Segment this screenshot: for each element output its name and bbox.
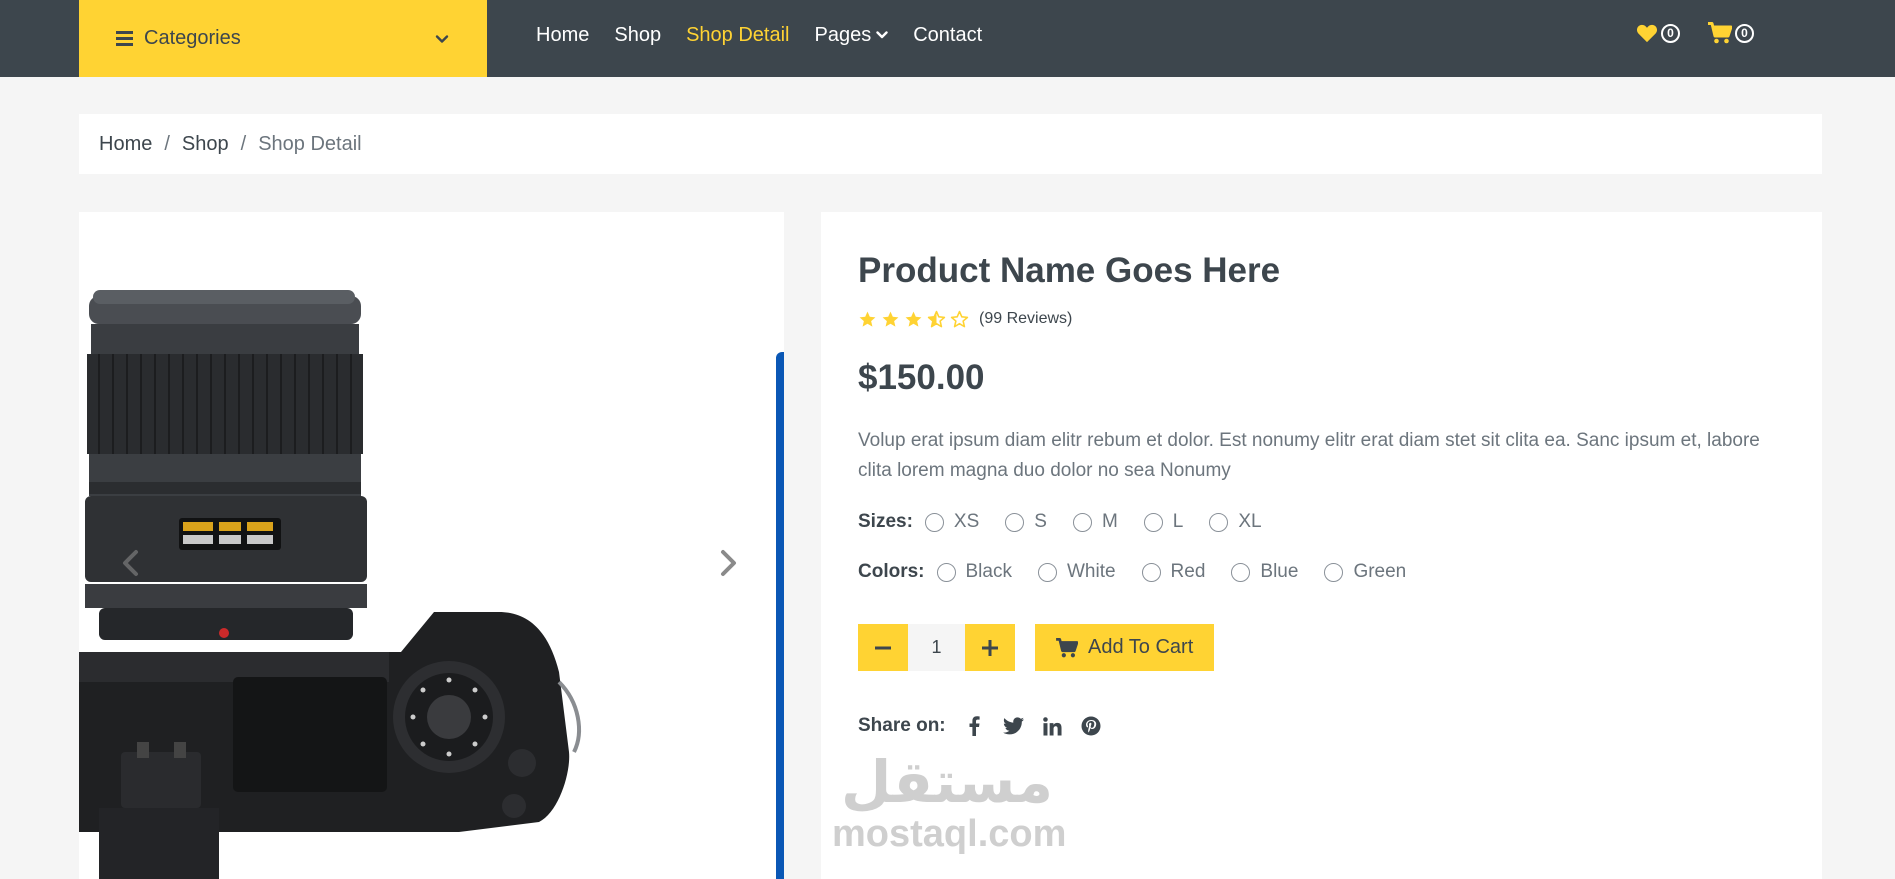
radio-button[interactable] [1037,562,1057,582]
color-option-green[interactable]: Green [1324,561,1406,583]
categories-dropdown[interactable]: Categories [79,0,487,77]
radio-button[interactable] [1231,562,1251,582]
size-option-s[interactable]: S [1005,511,1047,533]
top-navbar: Categories Home Shop Shop Detail Pages C… [0,0,1895,77]
breadcrumb-home[interactable]: Home [99,133,152,156]
star-full-icon [905,311,922,327]
mostaql-watermark: مستقل mostaql.com [832,748,1067,856]
radio-button[interactable] [1005,512,1025,532]
star-half-icon [927,310,946,327]
add-to-cart-label: Add To Cart [1088,636,1194,658]
color-option-black[interactable]: Black [936,561,1012,583]
plus-icon [982,639,998,656]
size-label: XS [953,511,980,532]
product-rating: (99 Reviews) [858,308,1785,330]
quantity-plus-button[interactable] [965,624,1015,671]
share-label: Share on: [858,715,946,736]
quantity-input[interactable] [908,624,965,671]
color-label: White [1066,561,1116,582]
pinterest-icon[interactable] [1081,716,1102,737]
size-label: L [1172,511,1184,532]
wishlist-count-badge: 0 [1661,23,1680,43]
size-option-xs[interactable]: XS [924,511,980,533]
breadcrumb-current: Shop Detail [258,132,362,155]
product-image-carousel [79,212,784,879]
watermark-latin: mostaql.com [832,813,1067,855]
color-option-white[interactable]: White [1037,561,1116,583]
facebook-icon[interactable] [964,716,985,737]
size-label: S [1034,511,1047,532]
product-description: Volup erat ipsum diam elitr rebum et dol… [858,430,1760,481]
nav-link-home[interactable]: Home [536,24,589,47]
chevron-right-icon[interactable] [716,548,740,578]
shopping-cart-icon [1708,22,1732,44]
radio-button[interactable] [1072,512,1092,532]
product-title: Product Name Goes Here [858,251,1281,290]
chevron-down-icon [876,31,888,39]
share-row: Share on: [858,713,1785,739]
bars-icon [116,31,133,46]
nav-link-shop-detail[interactable]: Shop Detail [686,24,789,47]
radio-button[interactable] [936,562,956,582]
size-option-xl[interactable]: XL [1209,511,1262,533]
shopping-cart-icon [1056,637,1078,657]
radio-button[interactable] [924,512,944,532]
product-image-camera [79,290,581,879]
size-option-l[interactable]: L [1143,511,1184,533]
radio-button[interactable] [1143,512,1163,532]
rating-stars [858,310,969,329]
cart-count-badge: 0 [1735,23,1754,43]
radio-button[interactable] [1324,562,1344,582]
color-option-blue[interactable]: Blue [1231,561,1298,583]
sizes-label: Sizes: [858,511,913,532]
next-slide-peek [776,352,784,879]
breadcrumb: Home / Shop / Shop Detail [79,114,1822,174]
nav-link-contact[interactable]: Contact [913,24,982,47]
nav-link-pages[interactable]: Pages [814,24,888,47]
add-to-cart-button[interactable]: Add To Cart [1035,624,1215,671]
size-option-m[interactable]: M [1072,511,1118,533]
twitter-icon[interactable] [1002,716,1024,737]
main-nav: Home Shop Shop Detail Pages Contact [536,0,982,70]
nav-icons: 0 0 [1636,22,1754,44]
add-to-cart-row: Add To Cart [858,624,1785,671]
color-label: Green [1353,561,1407,582]
linkedin-icon[interactable] [1042,716,1063,737]
chevron-down-icon [435,34,449,43]
breadcrumb-separator: / [240,132,247,155]
wishlist-button[interactable]: 0 [1636,23,1680,43]
heart-icon [1636,24,1658,43]
chevron-left-icon[interactable] [119,548,143,578]
review-count: (99 Reviews) [979,310,1073,327]
color-label: Blue [1260,561,1299,582]
size-label: XL [1238,511,1262,532]
color-label: Black [965,561,1012,582]
star-full-icon [859,311,876,327]
star-full-icon [882,311,899,327]
radio-button[interactable] [1141,562,1161,582]
product-price: $150.00 [858,358,985,397]
star-empty-icon [950,310,969,327]
colors-label: Colors: [858,561,925,582]
cart-button[interactable]: 0 [1708,22,1754,44]
color-option-red[interactable]: Red [1141,561,1206,583]
minus-icon [875,646,891,649]
quantity-minus-button[interactable] [858,624,908,671]
breadcrumb-separator: / [164,132,170,155]
watermark-arabic: مستقل [840,748,1054,816]
breadcrumb-shop[interactable]: Shop [182,133,229,156]
color-options: Colors: Black White Red Blue Green [858,558,1785,586]
categories-label: Categories [144,27,241,49]
nav-link-shop[interactable]: Shop [614,24,661,47]
radio-button[interactable] [1209,512,1229,532]
size-label: M [1101,511,1118,532]
color-label: Red [1170,561,1206,582]
size-options: Sizes: XS S M L XL [858,508,1785,536]
nav-link-pages-label: Pages [814,23,872,46]
